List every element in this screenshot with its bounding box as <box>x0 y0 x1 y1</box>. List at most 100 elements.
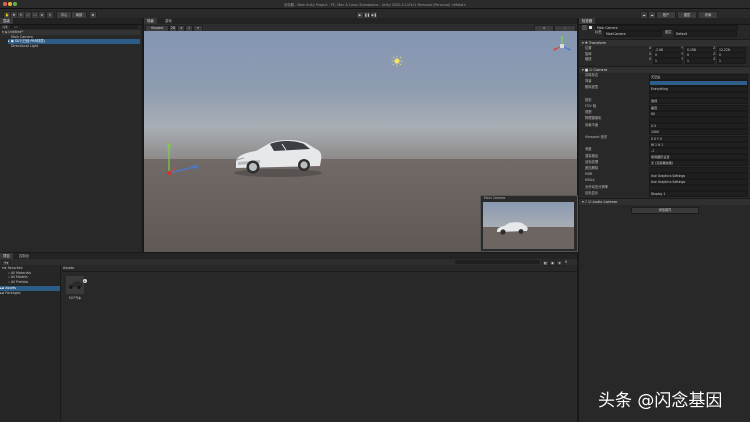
camera-row-label: 目标显示 <box>585 190 599 195</box>
hierarchy-item-main-camera-label: Main Camera <box>11 34 33 39</box>
hierarchy-item-light-label: Directional Light <box>11 43 39 48</box>
project-panel: 项目 控制台 +▾ ◧ ◆ ★ 9 ▾★ Favorites ⌕ All Mat… <box>0 253 577 422</box>
axis-y-label: Y <box>681 57 684 61</box>
directional-light-gizmo-icon[interactable] <box>391 55 403 67</box>
axis-z-label: Z <box>713 46 716 50</box>
camera-row-field[interactable]: W 1 H 1 <box>649 141 748 148</box>
title-bar: 无标题 - New Unity Project - PC, Mac & Linu… <box>0 0 750 9</box>
camera-row-field[interactable]: 1000 <box>649 129 748 136</box>
camera-row-field[interactable]: X 0 Y 0 <box>649 135 748 142</box>
tab-hierarchy[interactable]: 层级 <box>0 18 13 24</box>
tag-label: 标签 <box>595 30 602 34</box>
axis-x-label: X <box>649 57 652 61</box>
asset-label: SU7汽车 <box>68 296 82 300</box>
scene-orientation-gizmo-icon[interactable] <box>551 34 573 60</box>
transform-row-label: 缩放 <box>585 57 592 61</box>
axis-x-label: X <box>649 46 652 50</box>
hidden-count: 9 <box>565 260 568 264</box>
camera-row-field[interactable] <box>649 166 748 173</box>
scene-sky <box>144 31 577 159</box>
audio-listener-icon: ▾ ♪ ☑ <box>582 200 593 204</box>
camera-row-label: 投影 <box>585 97 592 102</box>
camera-row-label: MSAA <box>585 178 595 183</box>
camera-row-field[interactable] <box>649 79 748 86</box>
scene-panel: 场景 游戏 Shaded 2D ☀ ♪ ✦ ▾ ⌕ Main Camera <box>144 18 578 252</box>
camera-row-field[interactable]: 无 (渲染器纹理) <box>649 160 748 167</box>
packages-folder-row[interactable]: ▸▰ Packages <box>0 291 21 296</box>
transform-x-field[interactable]: 1 <box>653 57 682 64</box>
camera-row-field[interactable]: 透视 <box>649 98 748 105</box>
project-breadcrumb[interactable]: Assets <box>63 266 74 270</box>
camera-row-field[interactable]: 60 <box>649 110 748 117</box>
add-object-button[interactable]: +▾ <box>2 25 8 29</box>
axis-z-label: Z <box>713 57 716 61</box>
transform-row-label: 位置 <box>585 46 592 50</box>
add-component-button[interactable]: 添加组件 <box>631 207 699 214</box>
project-search-input[interactable] <box>455 260 540 264</box>
transform-row-label: 旋转 <box>585 51 592 56</box>
hierarchy-tabbar: 层级 <box>0 18 142 25</box>
camera-row-label: 物理摄像机 <box>585 116 602 121</box>
filter-label-icon[interactable]: ◆ <box>549 259 556 266</box>
camera-object-icon <box>582 25 587 30</box>
camera-preview-title: Main Camera <box>484 196 506 200</box>
hierarchy-item-directional-light[interactable]: Directional Light <box>11 44 140 49</box>
layer-dropdown[interactable]: Default <box>674 30 737 37</box>
camera-row-field[interactable]: 天空盒 <box>649 73 748 80</box>
camera-row-field[interactable] <box>649 92 748 99</box>
camera-row-field[interactable]: 0.3 <box>649 123 748 130</box>
window-title: 无标题 - New Unity Project - PC, Mac & Linu… <box>283 2 467 7</box>
camera-row-field[interactable]: Display 1 <box>649 191 748 198</box>
breadcrumb-divider <box>62 271 577 272</box>
camera-row-field[interactable]: Use Graphics Settings <box>649 178 748 185</box>
camera-row-field[interactable] <box>649 185 748 192</box>
car-model[interactable] <box>230 136 326 178</box>
hierarchy-item-car-label: SU7(已经·PBR材质) <box>14 39 45 43</box>
camera-row-field[interactable]: 垂直 <box>649 104 748 111</box>
expand-asset-icon[interactable]: ▸ <box>83 279 87 283</box>
transform-header[interactable]: ▾ ✥ Transform <box>579 39 750 46</box>
tab-inspector[interactable]: 检查器 <box>579 18 596 24</box>
hierarchy-search-placeholder: All <box>14 25 18 29</box>
camera-component-header[interactable]: ▾ ■ ☑ Camera <box>579 66 750 73</box>
transform-y-field[interactable]: 1 <box>685 57 714 64</box>
active-checkbox[interactable] <box>589 26 592 29</box>
favorite-all-models-label: All Models <box>10 275 28 279</box>
favorite-icon[interactable]: ★ <box>556 259 563 266</box>
transform-icon: ▾ ✥ <box>582 41 589 45</box>
watermark: 头条 @闪念基因 <box>598 391 723 411</box>
camera-row-label: 允许动态分辨率 <box>585 184 609 189</box>
camera-row-label: 剔除遮罩 <box>585 85 599 90</box>
favorites-label: Favorites <box>7 266 23 270</box>
scene-name: Untitled* <box>8 30 23 34</box>
hierarchy-search-input[interactable]: All <box>10 25 138 29</box>
inspector-panel: 检查器 Main Camera 标签 MainCamera 图层 Default… <box>579 18 750 422</box>
camera-row-field[interactable]: -1 <box>649 147 748 154</box>
camera-row-field[interactable]: Everything <box>649 85 748 92</box>
camera-row-field[interactable] <box>649 116 748 123</box>
camera-preview-car <box>495 221 529 237</box>
camera-row-field[interactable]: Use Graphics Settings <box>649 172 748 179</box>
axis-y-label: Y <box>681 46 684 50</box>
camera-row-label: 背景 <box>585 79 592 84</box>
move-gizmo-icon[interactable] <box>162 140 202 178</box>
tag-dropdown[interactable]: MainCamera <box>604 30 662 37</box>
transform-z-field[interactable]: 1 <box>717 57 746 64</box>
asset-thumbnail[interactable] <box>66 276 84 294</box>
inspector-tabbar: 检查器 <box>579 18 750 25</box>
camera-row-field[interactable]: 使用图形设置 <box>649 154 748 161</box>
packages-folder-label: Packages <box>5 290 21 295</box>
camera-row-label: 深度 <box>585 147 592 152</box>
camera-row-label: 清除标志 <box>585 73 599 77</box>
audio-listener-title: Audio Listener <box>592 200 618 204</box>
favorite-all-materials-label: All Materials <box>10 270 32 275</box>
scene-toolbar: Shaded 2D ☀ ♪ ✦ ▾ ⌕ <box>144 24 577 32</box>
project-folder-tree: ▾★ Favorites ⌕ All Materials ⌕ All Model… <box>0 265 61 422</box>
audio-listener-header[interactable]: ▾ ♪ ☑ Audio Listener <box>579 198 750 205</box>
filter-type-icon[interactable]: ◧ <box>542 259 549 266</box>
project-toolbar: +▾ ◧ ◆ ★ 9 <box>0 259 577 266</box>
camera-row-label: FOV 轴 <box>585 104 597 108</box>
favorite-all-prefabs[interactable]: ⌕ All Prefabs <box>8 280 28 285</box>
camera-component-icon: ▾ ■ ☑ <box>582 68 594 72</box>
prefab-cube-icon: ▸ ▣ <box>8 39 15 43</box>
